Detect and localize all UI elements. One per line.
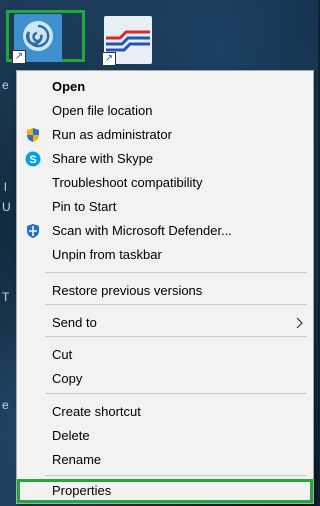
menu-item-send-to[interactable]: Send to (17, 311, 313, 335)
chevron-right-icon (296, 317, 303, 329)
menu-item-delete[interactable]: Delete (17, 424, 313, 448)
shortcut-arrow-icon: ↗ (12, 50, 26, 64)
defender-shield-icon (27, 224, 39, 238)
menu-item-label: Copy (52, 371, 83, 386)
menu-separator (45, 475, 307, 476)
menu-item-pin-to-start[interactable]: Pin to Start (17, 195, 313, 219)
menu-item-label: Rename (52, 452, 102, 467)
svg-text:S: S (29, 154, 36, 166)
menu-item-restore-previous-versions[interactable]: Restore previous versions (17, 279, 313, 303)
menu-item-scan-with-defender[interactable]: Scan with Microsoft Defender... (17, 219, 313, 243)
menu-item-open-file-location[interactable]: Open file location (17, 99, 313, 123)
menu-item-label: Run as administrator (52, 127, 172, 142)
menu-item-label: Unpin from taskbar (52, 247, 162, 262)
desktop-label-fragment: e (2, 78, 9, 92)
menu-separator (45, 304, 307, 305)
menu-item-share-with-skype[interactable]: S Share with Skype (17, 147, 313, 171)
menu-item-cut[interactable]: Cut (17, 343, 313, 367)
menu-item-label: Scan with Microsoft Defender... (52, 223, 232, 238)
context-menu: Open Open file location Run as administr… (16, 70, 314, 504)
desktop-label-fragment: U (2, 200, 11, 214)
skype-icon: S (25, 151, 41, 167)
menu-item-label: Send to (52, 315, 97, 330)
menu-separator (45, 336, 307, 337)
menu-item-run-as-administrator[interactable]: Run as administrator (17, 123, 313, 147)
uac-shield-icon (27, 128, 39, 142)
menu-item-create-shortcut[interactable]: Create shortcut (17, 400, 313, 424)
menu-item-rename[interactable]: Rename (17, 448, 313, 472)
desktop-label-fragment: e (2, 398, 9, 412)
menu-separator (45, 272, 307, 273)
properties-highlight (17, 479, 313, 503)
menu-item-label: Delete (52, 428, 90, 443)
menu-separator (45, 393, 307, 394)
menu-item-label: Pin to Start (52, 199, 117, 214)
menu-item-troubleshoot-compatibility[interactable]: Troubleshoot compatibility (17, 171, 313, 195)
menu-item-label: Open (52, 79, 86, 94)
desktop-label-fragment: l (4, 180, 7, 194)
menu-item-label: Troubleshoot compatibility (52, 175, 203, 190)
menu-item-open[interactable]: Open (17, 75, 313, 99)
menu-item-label: Create shortcut (52, 404, 141, 419)
menu-item-unpin-from-taskbar[interactable]: Unpin from taskbar (17, 243, 313, 267)
desktop-label-fragment: T (2, 290, 10, 304)
menu-item-copy[interactable]: Copy (17, 367, 313, 391)
menu-item-label: Share with Skype (52, 151, 154, 166)
menu-item-label: Open file location (52, 103, 153, 118)
app-shortcut-icon[interactable]: ↗ (12, 14, 62, 64)
app-shortcut-icon[interactable]: ↗ (102, 16, 152, 66)
menu-item-label: Cut (52, 347, 73, 362)
shortcut-arrow-icon: ↗ (102, 52, 116, 66)
menu-item-label: Restore previous versions (52, 283, 203, 298)
